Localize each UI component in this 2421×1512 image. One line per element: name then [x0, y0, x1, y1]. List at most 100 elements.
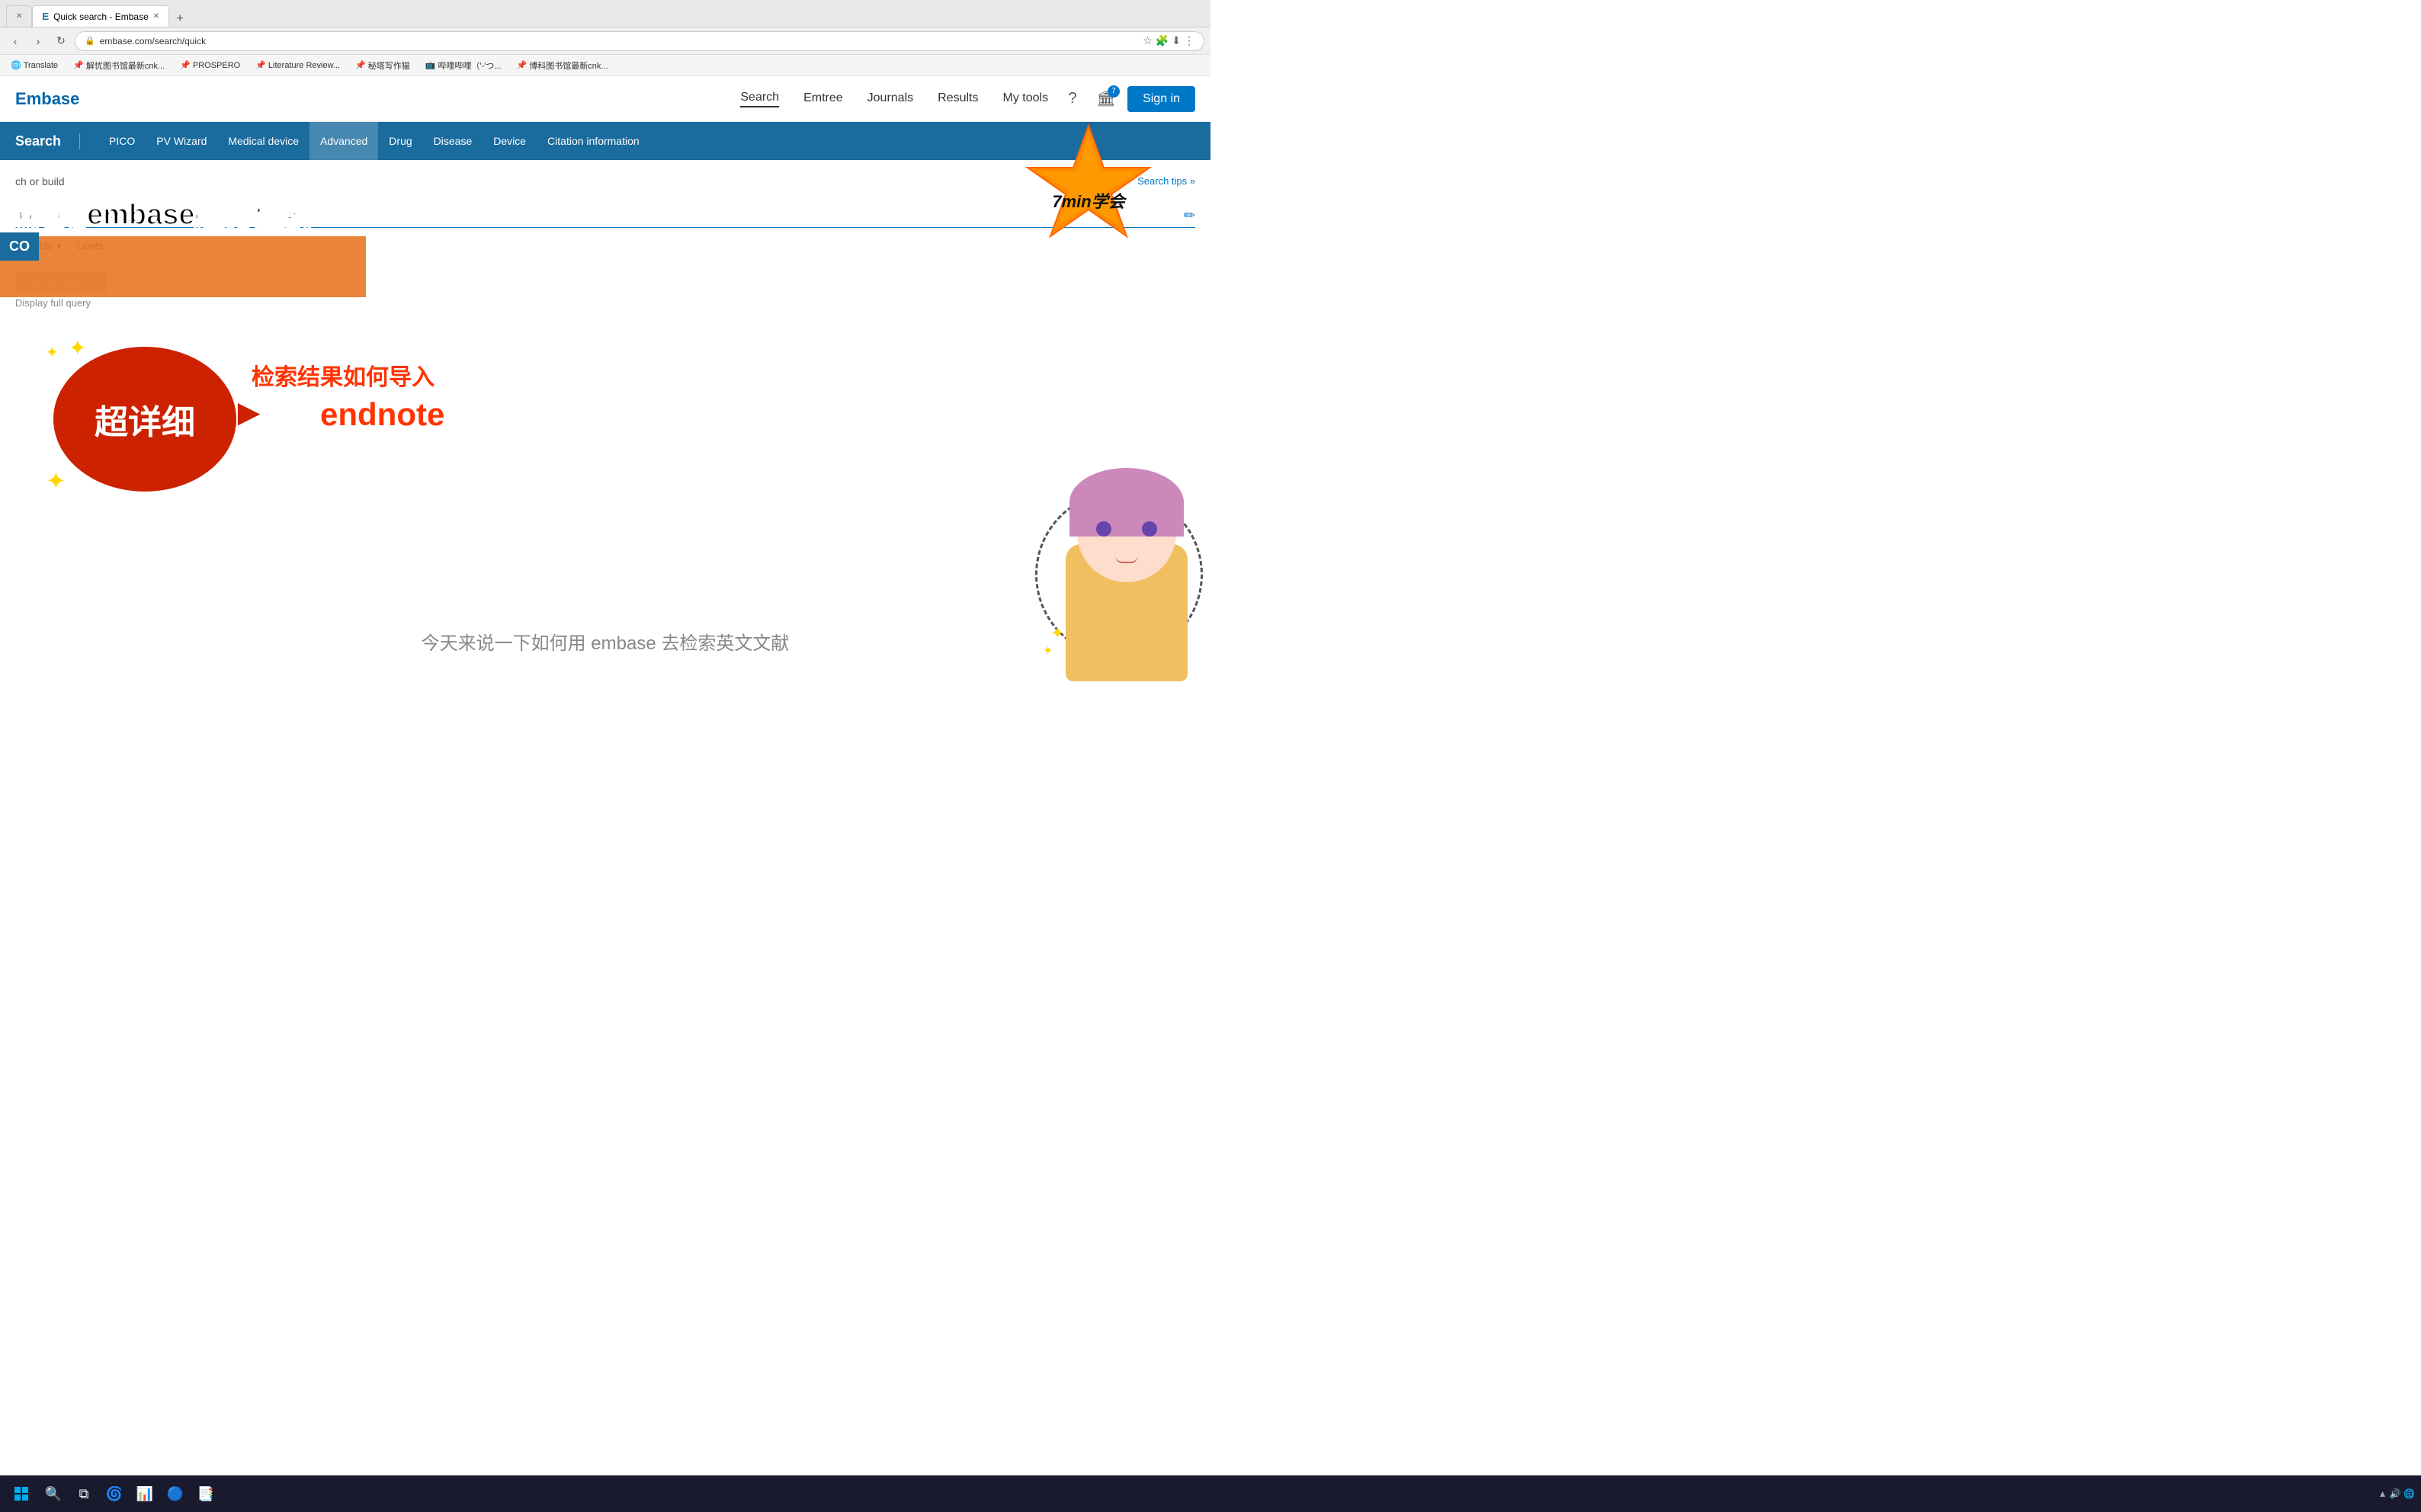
tab-inactive[interactable]: ✕ — [6, 5, 32, 27]
powerpoint-button[interactable]: 📑 — [192, 1480, 220, 1507]
sub-nav-pv-wizard[interactable]: PV Wizard — [146, 122, 217, 160]
edit-icon[interactable]: ✏ — [1184, 207, 1195, 223]
red-oval-bg: 超详细 — [53, 347, 236, 492]
embase-logo: Embase — [15, 89, 79, 109]
sign-in-button[interactable]: Sign in — [1127, 86, 1195, 112]
oval-text: 超详细 — [95, 395, 195, 444]
tab-label: Quick search - Embase — [53, 11, 149, 22]
excel-icon: 📊 — [136, 1486, 153, 1502]
star-icon[interactable]: ☆ — [1143, 34, 1153, 47]
nav-search[interactable]: Search — [740, 91, 779, 107]
chrome-icon: 🔵 — [167, 1486, 184, 1502]
tab-bar: ✕ E Quick search - Embase ✕ + — [0, 0, 1210, 27]
extension-icon[interactable]: 🧩 — [1156, 34, 1169, 47]
mita-icon: 📌 — [355, 60, 366, 70]
sparkle-star-2: ✦ — [46, 343, 59, 362]
char-eye-left — [1096, 521, 1111, 537]
excel-button[interactable]: 📊 — [131, 1480, 159, 1507]
sub-nav-drug[interactable]: Drug — [378, 122, 422, 160]
literature-icon: 📌 — [255, 60, 266, 70]
bookmark-library1[interactable]: 📌 解忧图书馆最新cnk... — [69, 58, 169, 73]
logo-rest: mbase — [27, 89, 80, 108]
bookmark-mita[interactable]: 📌 秘塔写作猫 — [351, 58, 415, 73]
char-head — [1077, 483, 1176, 582]
menu-icon[interactable]: ⋮ — [1184, 34, 1194, 47]
nav-results[interactable]: Results — [938, 91, 978, 107]
sparkle-star-1: ✦ — [69, 335, 86, 360]
red-oval-annotation: 超详细 ✦ ✦ ✦ ▶ — [46, 335, 244, 495]
nav-emtree[interactable]: Emtree — [803, 91, 843, 107]
tab-close-active-icon[interactable]: ✕ — [153, 12, 159, 21]
sub-nav-citation[interactable]: Citation information — [537, 122, 650, 160]
start-button[interactable] — [6, 1478, 37, 1509]
sparkle-star-3: ✦ — [46, 466, 66, 495]
bookmark-literature[interactable]: 📌 Literature Review... — [251, 59, 345, 72]
taskbar-right: ▲ 🔊 🌐 — [2378, 1488, 2415, 1499]
sub-nav-advanced[interactable]: Advanced — [309, 122, 378, 160]
orange-search-bar — [0, 236, 366, 297]
edge-browser-button[interactable]: 🌀 — [101, 1480, 128, 1507]
search-taskbar-icon: 🔍 — [45, 1486, 62, 1502]
embase-nav: Embase Search Emtree Journals Results My… — [0, 76, 1210, 122]
forward-button[interactable]: › — [29, 32, 47, 50]
char-hair — [1069, 468, 1184, 537]
sub-nav-device[interactable]: Device — [483, 122, 537, 160]
chrome-button[interactable]: 🔵 — [162, 1480, 189, 1507]
library1-icon: 📌 — [73, 60, 84, 70]
nav-journals[interactable]: Journals — [867, 91, 913, 107]
help-icon[interactable]: ? — [1060, 87, 1085, 111]
sub-nav-title: Search — [15, 133, 80, 149]
anime-character: ✦ ✦ — [1043, 468, 1210, 681]
bilibili-icon: 📺 — [425, 60, 436, 70]
sub-nav-medical-device[interactable]: Medical device — [217, 122, 309, 160]
nav-my-tools[interactable]: My tools — [1003, 91, 1049, 107]
tab-favicon: E — [42, 11, 49, 22]
tab-active[interactable]: E Quick search - Embase ✕ — [32, 5, 169, 27]
bottom-subtitle: 今天来说一下如何用 embase 去检索英文文献 — [0, 628, 1210, 655]
translate-icon: 🌐 — [11, 60, 21, 70]
bookmark-bilibili[interactable]: 📺 哔哩哔哩（'-'つ... — [421, 58, 506, 73]
new-tab-button[interactable]: + — [172, 11, 188, 27]
system-tray-icons: ▲ 🔊 🌐 — [2378, 1488, 2415, 1499]
starburst-text: 7min学会 — [1012, 137, 1165, 267]
display-full-query[interactable]: Display full query — [15, 297, 1195, 309]
powerpoint-icon: 📑 — [197, 1486, 214, 1502]
bottom-text-endnote: endnote — [320, 396, 444, 433]
bottom-text-1: 检索结果如何导入 — [252, 358, 434, 392]
search-taskbar-button[interactable]: 🔍 — [40, 1480, 67, 1507]
badge-count: 7 — [1108, 85, 1120, 98]
bookmark-prospero[interactable]: 📌 PROSPERO — [175, 59, 245, 72]
char-mouth — [1115, 556, 1138, 563]
download-icon[interactable]: ⬇ — [1172, 34, 1181, 47]
bookmarks-bar: 🌐 Translate 📌 解忧图书馆最新cnk... 📌 PROSPERO 📌… — [0, 55, 1210, 76]
sub-nav-disease[interactable]: Disease — [423, 122, 483, 160]
char-star-2: ✦ — [1043, 643, 1053, 658]
windows-icon — [14, 1486, 29, 1501]
lock-icon: 🔒 — [85, 36, 95, 46]
refresh-button[interactable]: ↻ — [52, 32, 70, 50]
nav-icons: ? 🏛 7 Sign in — [1060, 86, 1195, 112]
bookmark-library2[interactable]: 📌 博科图书馆最新cnk... — [512, 58, 613, 73]
taskview-icon: ⧉ — [79, 1486, 89, 1502]
address-bar[interactable]: 🔒 embase.com/search/quick ☆ 🧩 ⬇ ⋮ — [75, 31, 1204, 51]
starburst-badge: 7min学会 — [1012, 122, 1165, 267]
char-star-1: ✦ — [1050, 623, 1064, 643]
embase-page: Embase Search Emtree Journals Results My… — [0, 76, 1210, 719]
sub-nav-pico[interactable]: PICO — [98, 122, 146, 160]
taskview-button[interactable]: ⧉ — [70, 1480, 98, 1507]
search-description: ch or build — [15, 175, 65, 187]
address-text: embase.com/search/quick — [100, 36, 206, 46]
library2-icon: 📌 — [517, 60, 527, 70]
nav-links: Search Emtree Journals Results My tools — [740, 91, 1048, 107]
char-eye-right — [1142, 521, 1157, 537]
question-icon: ? — [1069, 90, 1077, 107]
address-bar-icons: ☆ 🧩 ⬇ ⋮ — [1143, 34, 1194, 47]
address-bar-row: ‹ › ↻ 🔒 embase.com/search/quick ☆ 🧩 ⬇ ⋮ — [0, 27, 1210, 55]
back-button[interactable]: ‹ — [6, 32, 24, 50]
bookmark-translate[interactable]: 🌐 Translate — [6, 59, 63, 72]
chinese-title-overlay: 如何用embase进行检索 — [0, 191, 311, 232]
notification-bell[interactable]: 🏛 7 — [1094, 87, 1118, 111]
logo-e: E — [15, 89, 27, 108]
prospero-icon: 📌 — [180, 60, 191, 70]
tab-close-icon[interactable]: ✕ — [16, 12, 22, 21]
